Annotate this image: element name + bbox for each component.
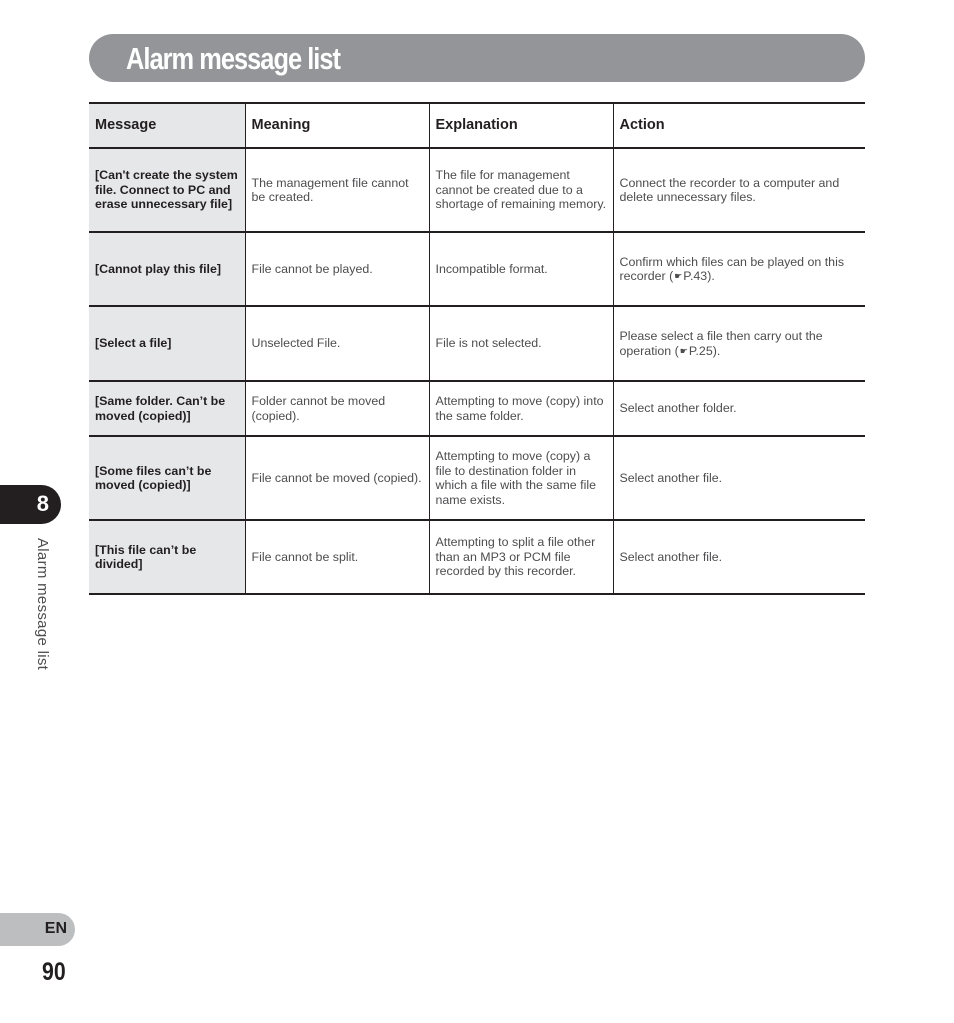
page-reference-link[interactable]: P.43 — [683, 269, 707, 283]
action-cell: Please select a file then carry out the … — [612, 306, 865, 381]
action-text-end: ). — [712, 343, 721, 358]
chapter-number: 8 — [36, 491, 49, 516]
meaning-cell: Unselected File. — [244, 306, 429, 381]
table-row: [Same folder. Can’t be moved (copied)] F… — [89, 381, 865, 436]
alarm-message-table: Message Meaning Explanation Action [Can'… — [89, 102, 865, 595]
chapter-tab: 8 — [0, 485, 61, 524]
table-row: [Select a file] Unselected File. File is… — [89, 306, 865, 381]
table-header-row: Message Meaning Explanation Action — [89, 103, 865, 148]
language-label: EN — [44, 920, 67, 937]
meaning-cell: File cannot be moved (copied). — [244, 436, 429, 520]
column-header-explanation: Explanation — [428, 103, 613, 148]
column-header-action: Action — [612, 103, 865, 148]
explanation-cell: The file for management cannot be create… — [428, 148, 613, 232]
message-cell: [Some files can’t be moved (copied)] — [89, 436, 245, 520]
table-row: [Can't create the system file. Connect t… — [89, 148, 865, 232]
chapter-label: Alarm message list — [34, 538, 51, 671]
title-bar: Alarm message list — [89, 34, 865, 82]
action-text: Please select a file then carry out the … — [619, 329, 823, 358]
explanation-cell: Incompatible format. — [428, 232, 613, 306]
meaning-cell: File cannot be split. — [244, 520, 429, 594]
table-row: [Some files can’t be moved (copied)] Fil… — [89, 436, 865, 520]
message-cell: [Cannot play this file] — [89, 232, 245, 306]
meaning-cell: The management file cannot be created. — [244, 148, 429, 232]
message-cell: [Select a file] — [89, 306, 245, 381]
action-cell: Select another folder. — [612, 381, 865, 436]
meaning-cell: Folder cannot be moved (copied). — [244, 381, 429, 436]
action-cell: Confirm which files can be played on thi… — [612, 232, 865, 306]
explanation-cell: Attempting to move (copy) a file to dest… — [428, 436, 613, 520]
explanation-cell: Attempting to split a file other than an… — [428, 520, 613, 594]
message-cell: [Same folder. Can’t be moved (copied)] — [89, 381, 245, 436]
column-header-message: Message — [89, 103, 245, 148]
message-cell: [This file can’t be divided] — [89, 520, 245, 594]
column-header-meaning: Meaning — [244, 103, 429, 148]
action-cell: Select another file. — [612, 520, 865, 594]
table-row: [This file can’t be divided] File cannot… — [89, 520, 865, 594]
page-title: Alarm message list — [126, 41, 341, 76]
explanation-cell: File is not selected. — [428, 306, 613, 381]
explanation-cell: Attempting to move (copy) into the same … — [428, 381, 613, 436]
language-tab: EN — [0, 913, 75, 946]
action-text: Confirm which files can be played on thi… — [619, 254, 845, 284]
page-reference-link[interactable]: P.25 — [689, 344, 713, 358]
action-cell: Select another file. — [612, 436, 865, 520]
table-row: [Cannot play this file] File cannot be p… — [89, 232, 865, 306]
meaning-cell: File cannot be played. — [244, 232, 429, 306]
action-cell: Connect the recorder to a computer and d… — [612, 148, 865, 232]
reference-pointer-icon: ☛ — [679, 345, 688, 356]
action-text-end: ). — [707, 269, 715, 283]
page-number: 90 — [42, 958, 66, 986]
reference-pointer-icon: ☛ — [674, 271, 683, 281]
message-cell: [Can't create the system file. Connect t… — [89, 148, 245, 232]
